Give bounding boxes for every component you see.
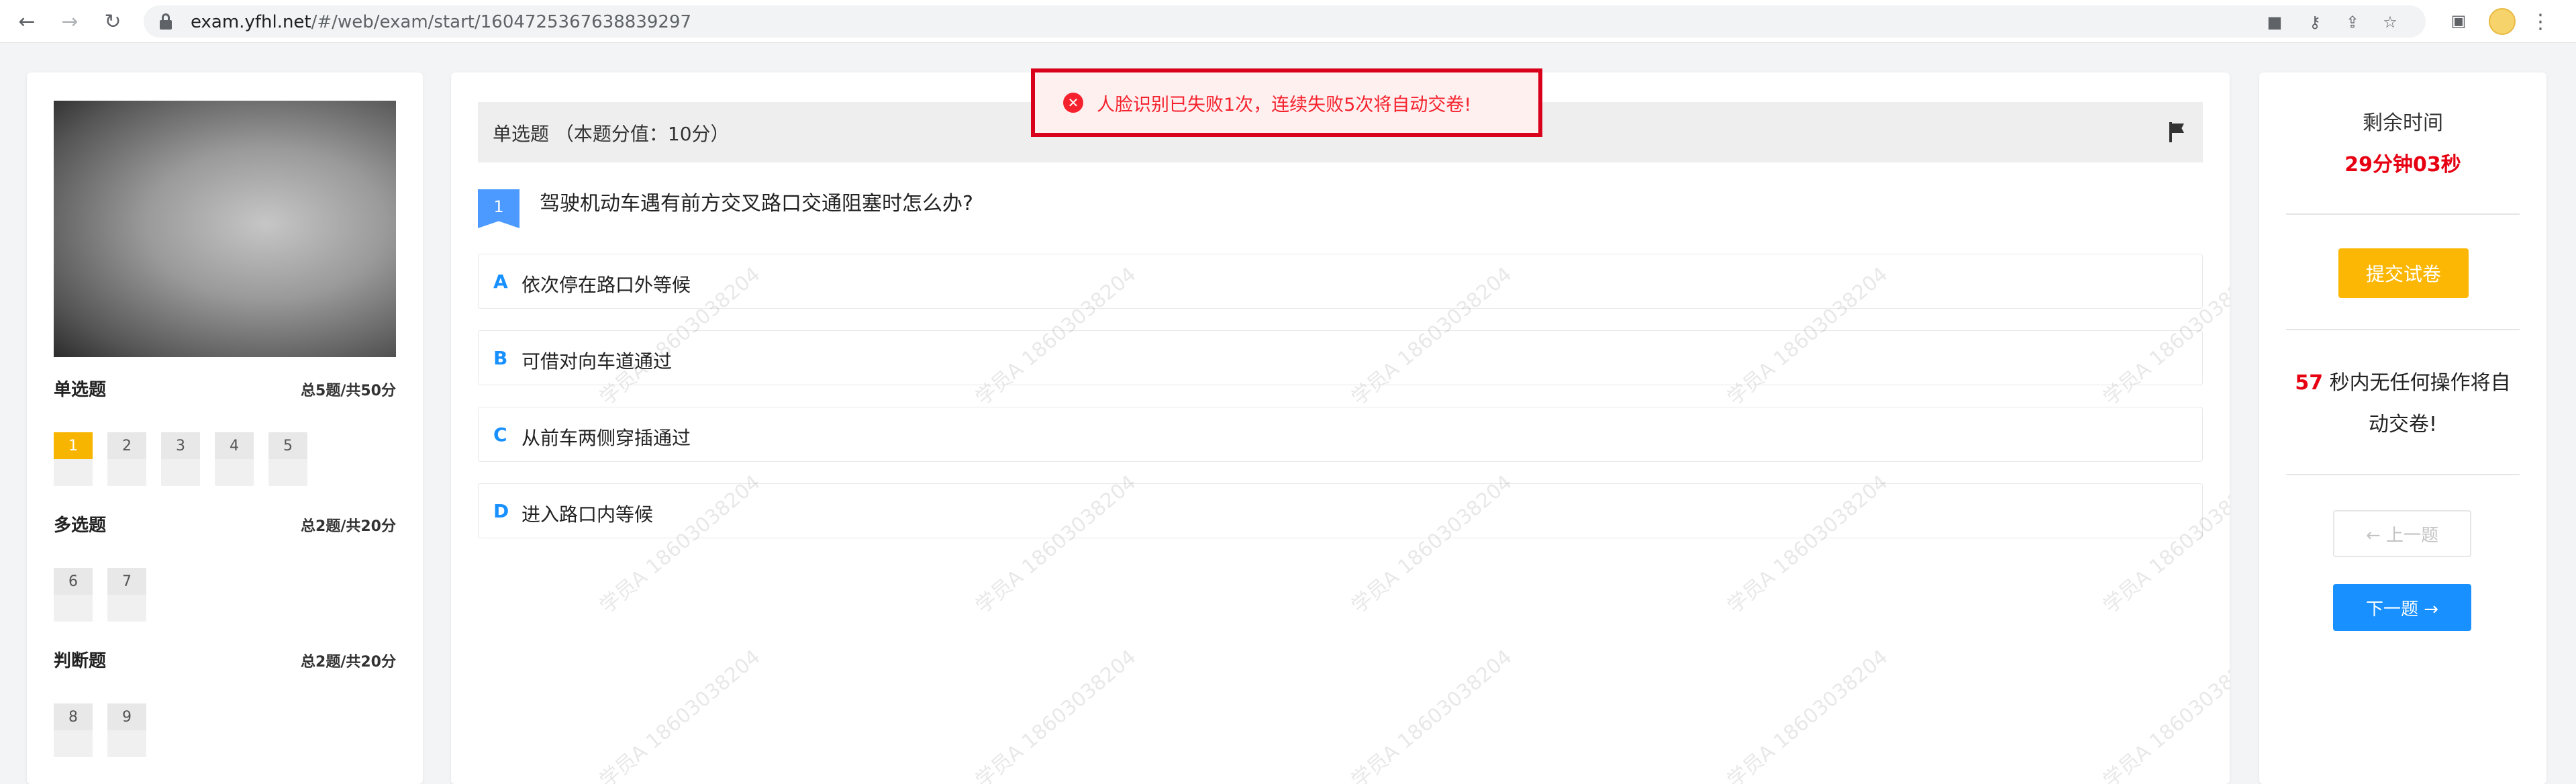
divider <box>2286 474 2520 475</box>
address-bar[interactable]: exam.yfhl.net/#/web/exam/start/160472536… <box>144 5 2426 38</box>
question-cell[interactable]: 7 <box>107 568 146 622</box>
question-cell[interactable]: 2 <box>107 432 146 486</box>
question-cell[interactable]: 8 <box>54 703 93 757</box>
option-letter: C <box>493 424 507 446</box>
question-cell[interactable]: 3 <box>161 432 200 486</box>
url-text[interactable]: exam.yfhl.net/#/web/exam/start/160472536… <box>191 12 691 32</box>
more-menu-icon[interactable]: ⋮ <box>2530 7 2550 36</box>
question-cell[interactable]: 9 <box>107 703 146 757</box>
option-b[interactable]: B 可借对向车道通过 <box>478 330 2203 385</box>
section-true-false: 判断题 总2题/共20分 <box>54 647 396 671</box>
question-cell[interactable]: 6 <box>54 568 93 622</box>
section-title: 单选题 <box>54 380 107 400</box>
section-summary: 总2题/共20分 <box>301 518 396 535</box>
watermark: 学员A 18603038204 <box>595 645 765 784</box>
divider <box>2286 329 2520 330</box>
section-summary: 总5题/共50分 <box>301 383 396 399</box>
forward-arrow-icon[interactable]: → <box>55 7 85 36</box>
option-a[interactable]: A 依次停在路口外等候 <box>478 254 2203 309</box>
idle-warning: 57 秒内无任何操作将自动交卷! <box>2286 362 2520 446</box>
question-cell[interactable]: 1 <box>54 432 93 486</box>
option-letter: A <box>493 271 508 293</box>
option-text: 依次停在路口外等候 <box>522 274 691 296</box>
question-text: 驾驶机动车遇有前方交叉路口交通阻塞时怎么办? <box>540 192 973 215</box>
section-title: 多选题 <box>54 516 107 536</box>
lock-icon <box>160 13 172 30</box>
watermark: 学员A 18603038204 <box>971 645 1141 784</box>
idle-text: 秒内无任何操作将自动交卷! <box>2323 371 2511 436</box>
timer-label: 剩余时间 <box>2363 111 2443 135</box>
question-type-label: 单选题 （本题分值：10分） <box>493 123 730 145</box>
alert-message: 人脸识别已失败1次，连续失败5次将自动交卷! <box>1097 94 1472 115</box>
idle-seconds: 57 <box>2295 371 2324 395</box>
url-host: exam.yfhl.net <box>191 12 311 32</box>
option-d[interactable]: D 进入路口内等候 <box>478 483 2203 538</box>
question-navigator: 单选题 总5题/共50分 1 2 3 4 5 多选题 总2题/共20分 6 7 … <box>27 72 423 784</box>
section-multi-choice: 多选题 总2题/共20分 <box>54 511 396 536</box>
reload-icon[interactable]: ↻ <box>98 7 128 36</box>
sidepanel-icon[interactable]: ▣ <box>2448 11 2469 31</box>
prev-question-button[interactable]: ← 上一题 <box>2333 510 2471 557</box>
next-question-button[interactable]: 下一题 → <box>2333 584 2471 631</box>
share-icon[interactable]: ⇪ <box>2342 12 2363 32</box>
watermark: 学员A 18603038204 <box>1347 645 1517 784</box>
watermark: 学员A 18603038204 <box>2099 645 2230 784</box>
camera-icon[interactable]: ■ <box>2265 12 2285 32</box>
section-single-choice: 单选题 总5题/共50分 <box>54 376 396 400</box>
option-letter: D <box>493 500 509 522</box>
section-title: 判断题 <box>54 651 107 671</box>
flag-icon[interactable] <box>2168 122 2185 142</box>
section-summary: 总2题/共20分 <box>301 654 396 671</box>
key-icon[interactable]: ⚷ <box>2305 12 2325 32</box>
question-cell[interactable]: 4 <box>215 432 254 486</box>
option-c[interactable]: C 从前车两侧穿插通过 <box>478 407 2203 462</box>
error-icon: ✕ <box>1063 93 1083 113</box>
browser-toolbar: ← → ↻ exam.yfhl.net/#/web/exam/start/160… <box>0 0 2576 43</box>
exam-control-panel: 剩余时间 29分钟03秒 提交试卷 57 秒内无任何操作将自动交卷! ← 上一题… <box>2259 72 2546 784</box>
option-text: 可借对向车道通过 <box>522 350 673 373</box>
star-icon[interactable]: ☆ <box>2380 12 2400 32</box>
option-text: 进入路口内等候 <box>522 503 654 526</box>
face-recognition-alert: ✕ 人脸识别已失败1次，连续失败5次将自动交卷! <box>1031 68 1542 137</box>
avatar[interactable] <box>2489 8 2516 35</box>
url-path: /#/web/exam/start/1604725367638839297 <box>311 12 692 32</box>
submit-exam-button[interactable]: 提交试卷 <box>2338 248 2469 298</box>
camera-preview <box>54 101 396 357</box>
option-text: 从前车两侧穿插通过 <box>522 427 691 449</box>
question-cell[interactable]: 5 <box>268 432 307 486</box>
divider <box>2286 213 2520 215</box>
timer-value: 29分钟03秒 <box>2344 153 2461 177</box>
option-letter: B <box>493 347 508 369</box>
question-number-badge: 1 <box>478 189 519 228</box>
question-panel: 单选题 （本题分值：10分） 1 驾驶机动车遇有前方交叉路口交通阻塞时怎么办? … <box>451 72 2230 784</box>
watermark: 学员A 18603038204 <box>1723 645 1893 784</box>
back-arrow-icon[interactable]: ← <box>12 7 42 36</box>
